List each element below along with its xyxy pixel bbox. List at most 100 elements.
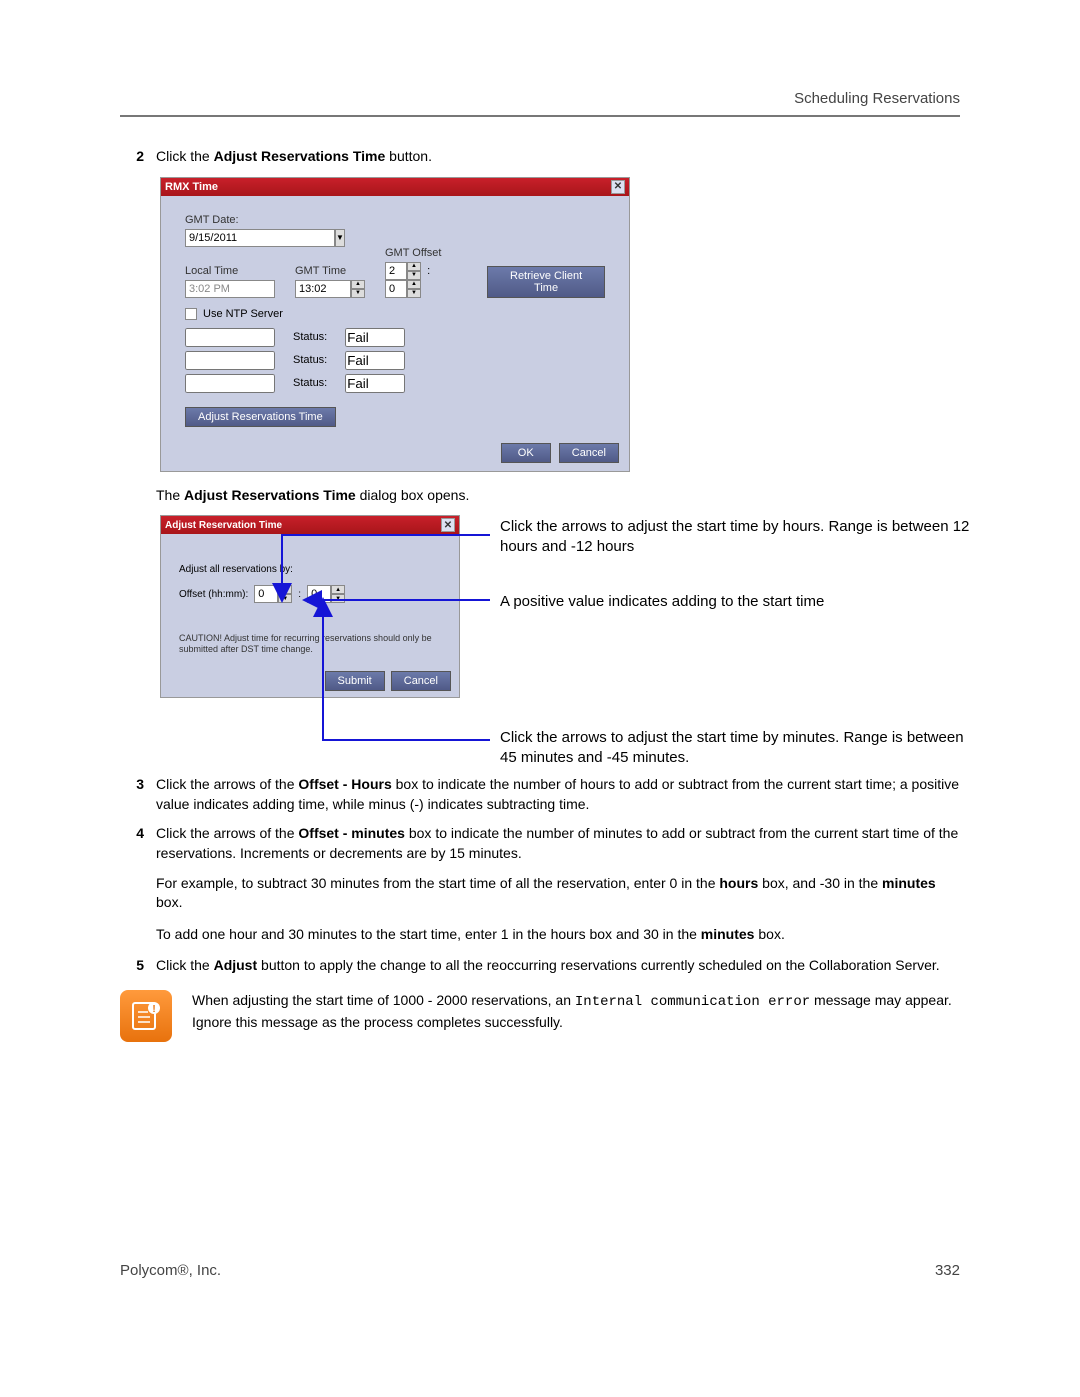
close-icon[interactable]: ✕ <box>441 518 455 532</box>
use-ntp-checkbox[interactable] <box>185 308 197 320</box>
bold-text: hours <box>719 875 758 891</box>
spin-down-icon[interactable]: ▼ <box>331 594 345 603</box>
ntp-status-field <box>345 351 405 370</box>
use-ntp-label: Use NTP Server <box>203 308 283 320</box>
bold-text: Offset - minutes <box>298 825 405 841</box>
status-label: Status: <box>293 331 327 343</box>
annotation-positive: A positive value indicates adding to the… <box>500 592 980 612</box>
step-5: 5 Click the Adjust button to apply the c… <box>120 956 960 976</box>
svg-text:!: ! <box>152 1004 155 1015</box>
submit-button[interactable]: Submit <box>325 671 385 691</box>
text: button. <box>385 148 432 164</box>
step-3: 3 Click the arrows of the Offset - Hours… <box>120 775 960 814</box>
local-time-label: Local Time <box>185 265 275 277</box>
footer-company: Polycom®, Inc. <box>120 1262 221 1279</box>
spin-up-icon[interactable]: ▲ <box>278 585 292 594</box>
note-box: ! When adjusting the start time of 1000 … <box>120 990 960 1042</box>
paragraph-add: To add one hour and 30 minutes to the st… <box>156 925 960 945</box>
ntp-status-field <box>345 374 405 393</box>
gmt-offset-hours-field[interactable] <box>385 262 407 280</box>
gmt-offset-min-field[interactable] <box>385 280 407 298</box>
text: To add one hour and 30 minutes to the st… <box>156 926 701 942</box>
spin-up-icon[interactable]: ▲ <box>407 262 421 271</box>
spin-up-icon[interactable]: ▲ <box>407 280 421 289</box>
gmt-time-field[interactable] <box>295 280 351 298</box>
spin-down-icon[interactable]: ▼ <box>278 594 292 603</box>
ntp-server-field <box>185 351 275 370</box>
dialog-title: Adjust Reservation Time <box>165 520 282 531</box>
footer-page-number: 332 <box>935 1262 960 1279</box>
ntp-server-field <box>185 328 275 347</box>
colon-text: : <box>298 589 301 600</box>
cancel-button[interactable]: Cancel <box>559 443 619 463</box>
dropdown-icon[interactable]: ▼ <box>335 229 345 247</box>
text: When adjusting the start time of 1000 - … <box>192 992 575 1008</box>
mono-text: Internal communication error <box>575 994 810 1010</box>
bold-text: minutes <box>701 926 755 942</box>
ok-button[interactable]: OK <box>501 443 551 463</box>
spin-up-icon[interactable]: ▲ <box>351 280 365 289</box>
status-label: Status: <box>293 354 327 366</box>
cancel-button[interactable]: Cancel <box>391 671 451 691</box>
step-number: 4 <box>120 825 156 841</box>
text: box. <box>156 894 182 910</box>
annotation-hours: Click the arrows to adjust the start tim… <box>500 517 980 558</box>
step-4: 4 Click the arrows of the Offset - minut… <box>120 824 960 863</box>
page-header-section: Scheduling Reservations <box>120 90 960 107</box>
offset-label: Offset (hh:mm): <box>179 589 248 600</box>
adjust-reservation-time-dialog: Adjust Reservation Time ✕ Adjust all res… <box>160 515 460 698</box>
step-number: 5 <box>120 957 156 973</box>
retrieve-client-time-button[interactable]: Retrieve Client Time <box>487 266 605 298</box>
text: Click the <box>156 148 214 164</box>
intro-line-2: The Adjust Reservations Time dialog box … <box>120 486 960 506</box>
text: button to apply the change to all the re… <box>257 957 940 973</box>
dialog-title: RMX Time <box>165 181 218 193</box>
step-text: Click the Adjust button to apply the cha… <box>156 956 960 976</box>
bold-text: Adjust Reservations Time <box>184 487 356 503</box>
adjust-reservations-time-button[interactable]: Adjust Reservations Time <box>185 407 336 427</box>
text: box. <box>754 926 784 942</box>
step-text: Click the arrows of the Offset - minutes… <box>156 824 960 863</box>
bold-text: Adjust <box>214 957 258 973</box>
text: box, and -30 in the <box>758 875 882 891</box>
paragraph-example: For example, to subtract 30 minutes from… <box>156 874 960 913</box>
caution-text: CAUTION! Adjust time for recurring reser… <box>179 633 441 655</box>
text: The <box>156 487 184 503</box>
note-icon: ! <box>120 990 172 1042</box>
dialog-titlebar: RMX Time ✕ <box>161 178 629 196</box>
spin-down-icon[interactable]: ▼ <box>407 271 421 280</box>
adjust-heading: Adjust all reservations by: <box>179 564 441 575</box>
bold-text: Adjust Reservations Time <box>214 148 386 164</box>
ntp-server-field <box>185 374 275 393</box>
close-icon[interactable]: ✕ <box>611 180 625 194</box>
step-text: Click the Adjust Reservations Time butto… <box>156 147 960 167</box>
text: Click the arrows of the <box>156 776 298 792</box>
gmt-offset-label: GMT Offset <box>385 247 467 259</box>
status-label: Status: <box>293 377 327 389</box>
header-rule <box>120 115 960 117</box>
step-number: 2 <box>120 148 156 164</box>
rmx-time-dialog: RMX Time ✕ GMT Date: ▼ Local Time GMT Ti… <box>160 177 630 472</box>
bold-text: minutes <box>882 875 936 891</box>
ntp-status-field <box>345 328 405 347</box>
colon-text: : <box>427 265 430 277</box>
gmt-date-label: GMT Date: <box>185 214 605 226</box>
text: dialog box opens. <box>356 487 470 503</box>
step-text: Click the arrows of the Offset - Hours b… <box>156 775 960 814</box>
local-time-field <box>185 280 275 298</box>
spin-down-icon[interactable]: ▼ <box>351 289 365 298</box>
note-text: When adjusting the start time of 1000 - … <box>192 990 960 1033</box>
bold-text: Offset - Hours <box>298 776 391 792</box>
annotation-minutes: Click the arrows to adjust the start tim… <box>500 728 980 769</box>
text: Click the arrows of the <box>156 825 298 841</box>
step-2: 2 Click the Adjust Reservations Time but… <box>120 147 960 167</box>
gmt-time-label: GMT Time <box>295 265 365 277</box>
spin-down-icon[interactable]: ▼ <box>407 289 421 298</box>
offset-hours-field[interactable] <box>254 585 278 603</box>
offset-minutes-field[interactable] <box>307 585 331 603</box>
gmt-date-field[interactable] <box>185 229 335 247</box>
step-number: 3 <box>120 776 156 792</box>
spin-up-icon[interactable]: ▲ <box>331 585 345 594</box>
text: For example, to subtract 30 minutes from… <box>156 875 719 891</box>
text: Click the <box>156 957 214 973</box>
